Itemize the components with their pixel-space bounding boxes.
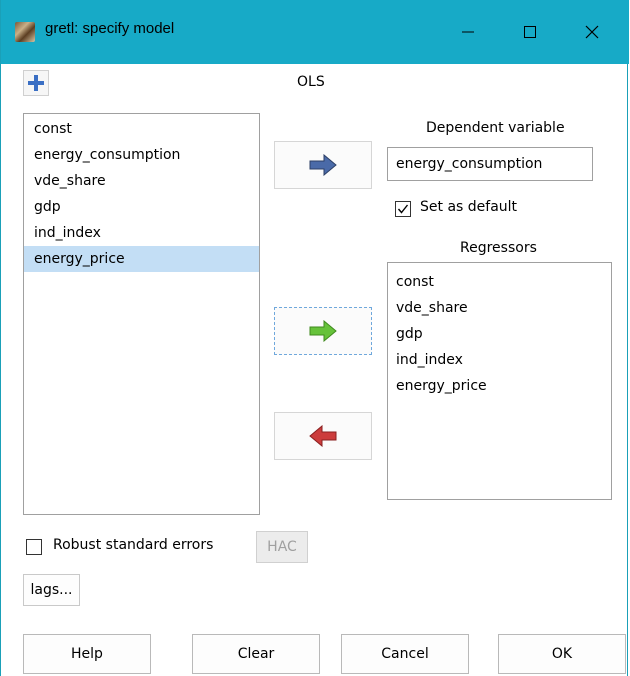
minimize-icon xyxy=(462,31,474,33)
robust-errors-label: Robust standard errors xyxy=(53,537,214,553)
list-item-selected[interactable]: energy_price xyxy=(24,246,259,272)
lags-button[interactable]: lags... xyxy=(23,574,80,606)
list-item[interactable]: ind_index xyxy=(24,220,259,246)
list-item[interactable]: const xyxy=(388,269,611,295)
minimize-button[interactable] xyxy=(445,14,491,50)
hac-button[interactable]: HAC xyxy=(256,531,308,563)
plus-icon xyxy=(28,75,44,91)
list-item[interactable]: energy_price xyxy=(388,373,611,399)
close-icon xyxy=(585,25,599,39)
add-regressor-button[interactable] xyxy=(274,307,372,355)
arrow-right-green-icon xyxy=(309,320,337,342)
clear-button[interactable]: Clear xyxy=(192,634,320,674)
arrow-left-red-icon xyxy=(309,425,337,447)
available-variables-list[interactable]: const energy_consumption vde_share gdp i… xyxy=(23,113,260,515)
gretl-app-icon xyxy=(15,22,35,42)
list-item[interactable]: gdp xyxy=(388,321,611,347)
close-button[interactable] xyxy=(569,14,615,50)
list-item[interactable]: ind_index xyxy=(388,347,611,373)
set-default-label: Set as default xyxy=(420,199,518,215)
window-title: gretl: specify model xyxy=(45,20,175,37)
robust-errors-checkbox[interactable] xyxy=(26,539,42,555)
list-item[interactable]: const xyxy=(24,116,259,142)
maximize-icon xyxy=(524,26,536,38)
specify-model-dialog: gretl: specify model OLS const energy_co… xyxy=(0,0,629,676)
title-bar[interactable]: gretl: specify model xyxy=(1,0,629,64)
remove-regressor-button[interactable] xyxy=(274,412,372,460)
set-default-checkbox[interactable] xyxy=(395,201,411,217)
set-dependent-button[interactable] xyxy=(274,141,372,189)
cancel-button[interactable]: Cancel xyxy=(341,634,469,674)
list-item[interactable]: energy_consumption xyxy=(24,142,259,168)
list-item[interactable]: gdp xyxy=(24,194,259,220)
checkmark-icon xyxy=(397,204,409,214)
help-button[interactable]: Help xyxy=(23,634,151,674)
regressors-label: Regressors xyxy=(460,240,537,256)
estimator-label: OLS xyxy=(297,74,325,90)
dependent-variable-label: Dependent variable xyxy=(426,120,565,136)
arrow-right-blue-icon xyxy=(309,154,337,176)
list-item[interactable]: vde_share xyxy=(388,295,611,321)
add-variable-button[interactable] xyxy=(23,70,49,96)
ok-button[interactable]: OK xyxy=(498,634,626,674)
maximize-button[interactable] xyxy=(507,14,553,50)
dependent-variable-field[interactable]: energy_consumption xyxy=(387,147,593,181)
regressors-list[interactable]: const vde_share gdp ind_index energy_pri… xyxy=(387,262,612,500)
list-item[interactable]: vde_share xyxy=(24,168,259,194)
